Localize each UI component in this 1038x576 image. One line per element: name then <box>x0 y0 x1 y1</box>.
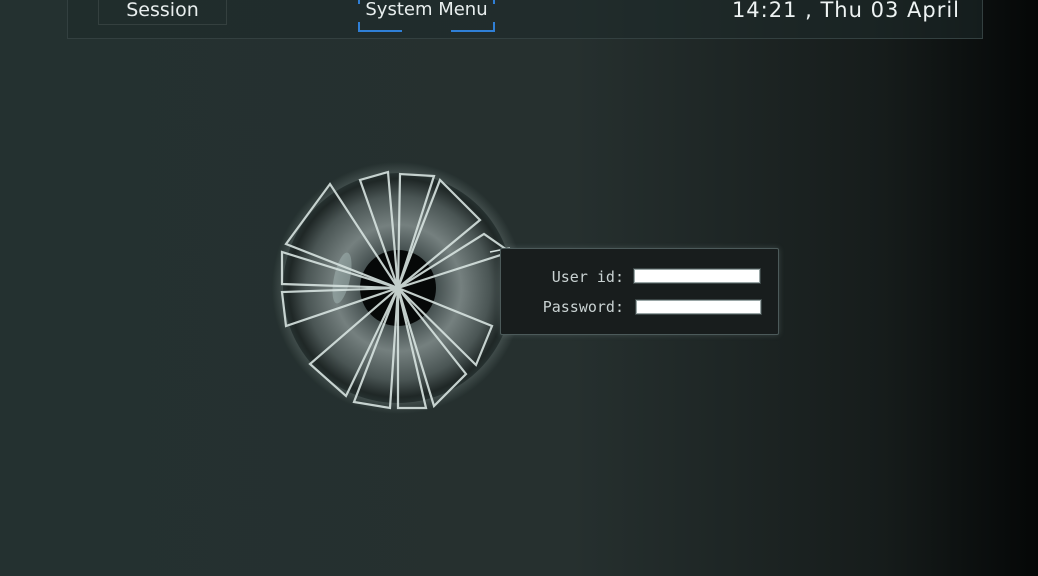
bracket-corner <box>358 22 402 32</box>
session-menu-button[interactable]: Session <box>98 0 227 25</box>
bracket-corner <box>493 0 495 4</box>
bracket-corner <box>358 0 360 4</box>
bracket-corner <box>451 22 495 32</box>
system-menu-button[interactable]: System Menu <box>358 0 495 32</box>
system-menu-label: System Menu <box>365 0 488 20</box>
password-label: Password: <box>542 298 624 316</box>
iris-eye-icon <box>272 162 524 414</box>
password-field[interactable] <box>635 299 762 315</box>
clock: 14:21 , Thu 03 April <box>731 0 960 22</box>
login-panel: User id: Password: <box>500 248 779 335</box>
user-id-label: User id: <box>551 268 624 286</box>
top-bar: Session System Menu 14:21 , Thu 03 April <box>67 0 983 39</box>
user-id-field[interactable] <box>633 268 761 284</box>
